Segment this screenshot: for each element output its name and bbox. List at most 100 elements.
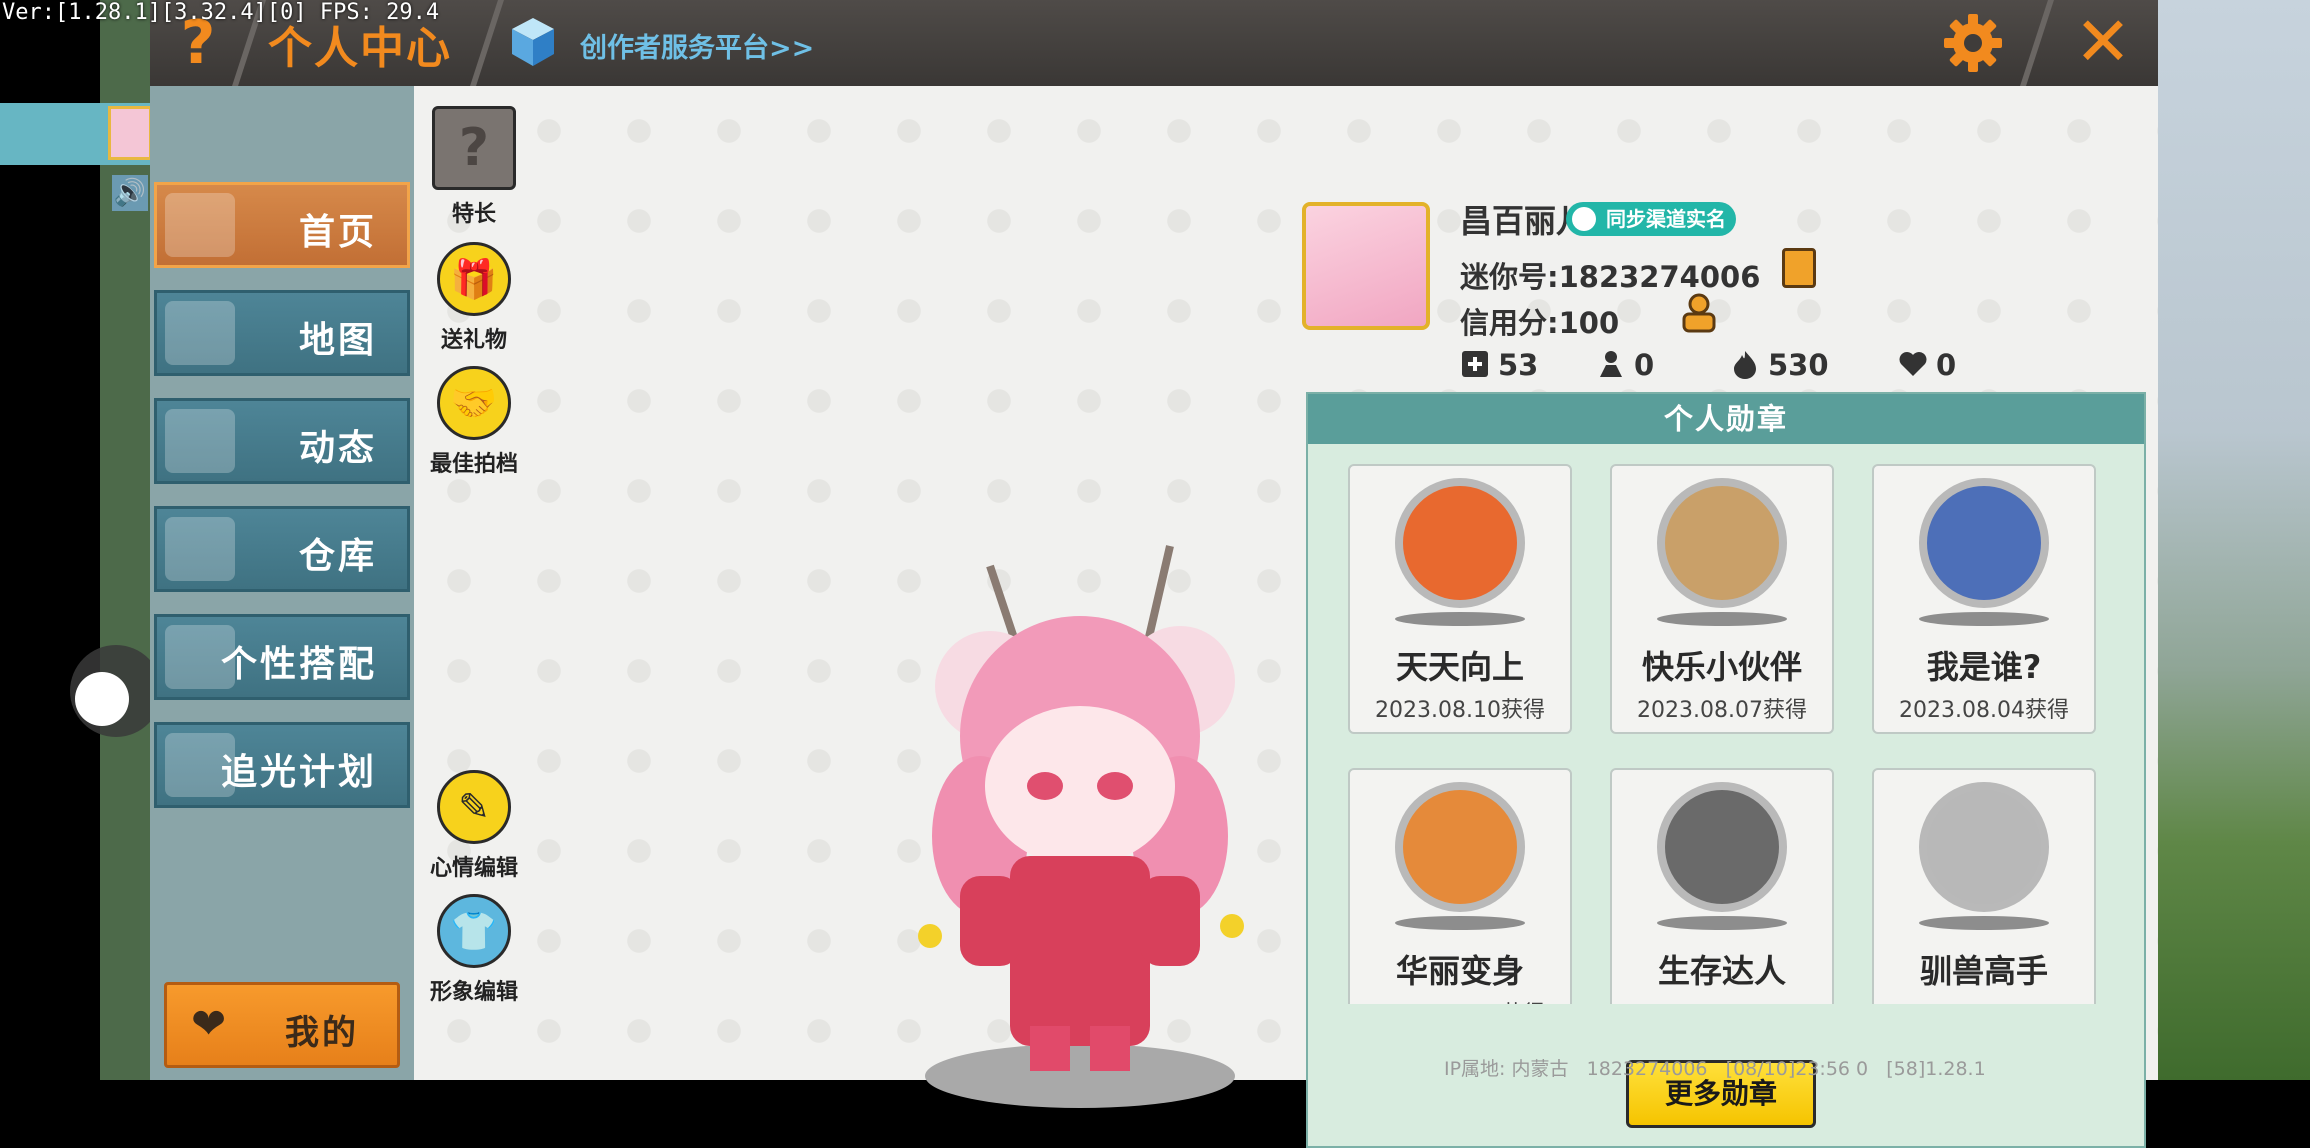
home-icon xyxy=(165,193,235,257)
medal-shadow xyxy=(1657,916,1787,930)
joystick-knob[interactable] xyxy=(75,672,129,726)
hud-avatar[interactable] xyxy=(108,106,152,160)
heat-count: 530 xyxy=(1768,348,1829,382)
medal-card[interactable]: 华丽变身 2023.08.04获得 xyxy=(1348,768,1572,1004)
sidebar-item-map[interactable]: 地图 xyxy=(154,290,410,376)
medal-card[interactable]: 快乐小伙伴 2023.08.07获得 xyxy=(1610,464,1834,734)
avatar[interactable] xyxy=(1302,202,1430,330)
sidebar: 首页 地图 动态 仓库 个性搭配 追光计划 ❤ 我的 xyxy=(150,86,414,1080)
credit-icon[interactable] xyxy=(1678,292,1720,334)
sidebar-item-label: 仓库 xyxy=(298,536,377,577)
outfit-edit-icon: 👕 xyxy=(437,894,511,968)
main-content: ? 特长 🎁 送礼物 🤝 最佳拍档 ✎ 心情编辑 👕 形象编辑 昌百丽儿 同步渠… xyxy=(414,86,2158,1148)
medal-shadow xyxy=(1919,916,2049,930)
credit-score: 信用分:100 xyxy=(1460,306,1620,340)
friends-medal-icon xyxy=(1657,478,1787,608)
medal-date: 2023.08.07获得 xyxy=(1637,698,1807,723)
footer-account: 1823274006 xyxy=(1586,1058,1708,1080)
medal-card[interactable]: 天天向上 2023.08.10获得 xyxy=(1348,464,1572,734)
mood-edit-button[interactable]: ✎ 心情编辑 xyxy=(414,770,534,882)
sidebar-item-label: 动态 xyxy=(298,428,377,469)
follower-icon xyxy=(1600,351,1622,377)
id-card-medal-icon xyxy=(1919,478,2049,608)
gear-icon[interactable] xyxy=(1940,10,2006,76)
footer-info: IP属地: 内蒙古 1823274006 [08/10]23:56 0 [58]… xyxy=(1444,1054,1986,1081)
horse-medal-icon xyxy=(1919,782,2049,912)
sidebar-item-warehouse[interactable]: 仓库 xyxy=(154,506,410,592)
medal-card[interactable]: 我是谁? 2023.08.04获得 xyxy=(1872,464,2096,734)
medal-name: 我是谁? xyxy=(1926,648,2042,686)
mood-edit-label: 心情编辑 xyxy=(429,856,518,881)
my-button-label: 我的 xyxy=(285,1013,359,1053)
bell-icon xyxy=(165,409,235,473)
question-block-icon: ? xyxy=(432,106,516,190)
cube-icon[interactable] xyxy=(510,16,556,68)
followers-stat[interactable]: 0 xyxy=(1596,348,1654,382)
warehouse-icon xyxy=(165,517,235,581)
medal-card[interactable]: 驯兽高手 xyxy=(1872,768,2096,1004)
calendar-medal-icon xyxy=(1395,478,1525,608)
likes-stat[interactable]: 0 xyxy=(1898,348,1956,382)
gift-icon: 🎁 xyxy=(437,242,511,316)
edit-icon: ✎ xyxy=(437,770,511,844)
posts-stat[interactable]: 53 xyxy=(1460,348,1538,382)
post-icon xyxy=(1462,351,1488,377)
sidebar-item-label: 个性搭配 xyxy=(220,644,377,685)
best-partner-button[interactable]: 🤝 最佳拍档 xyxy=(414,366,534,478)
mini-id: 迷你号:1823274006 xyxy=(1460,260,1761,294)
fire-icon xyxy=(1734,351,1756,379)
my-button[interactable]: ❤ 我的 xyxy=(164,982,400,1068)
best-partner-label: 最佳拍档 xyxy=(429,452,518,477)
heart-icon: ❤ xyxy=(191,999,227,1048)
medal-date: 2023.08.04获得 xyxy=(1899,698,2069,723)
realname-badge-label: 同步渠道实名 xyxy=(1606,207,1726,231)
sidebar-item-feed[interactable]: 动态 xyxy=(154,398,410,484)
image-edit-button[interactable]: 👕 形象编辑 xyxy=(414,894,534,1006)
map-icon xyxy=(165,301,235,365)
medal-date: 2023.08.10获得 xyxy=(1375,698,1545,723)
creator-platform-link[interactable]: 创作者服务平台>> xyxy=(580,26,814,65)
transform-medal-icon xyxy=(1395,782,1525,912)
followers-count: 0 xyxy=(1634,348,1655,382)
specialty-label: 特长 xyxy=(451,202,496,227)
copy-icon[interactable] xyxy=(1782,248,1816,288)
send-gift-button[interactable]: 🎁 送礼物 xyxy=(414,242,534,354)
ip-location: IP属地: 内蒙古 xyxy=(1444,1058,1569,1080)
sidebar-item-label: 追光计划 xyxy=(220,752,377,793)
personal-center-panel: ? 个人中心 创作者服务平台>> ✕ 首页 地图 动态 仓库 个性搭配 追光计划… xyxy=(150,0,2158,1148)
footer-version: [58]1.28.1 xyxy=(1886,1058,1986,1080)
medal-name: 华丽变身 xyxy=(1395,952,1524,990)
close-icon[interactable]: ✕ xyxy=(2068,6,2138,80)
character-avatar[interactable] xyxy=(870,506,1290,1126)
medal-shadow xyxy=(1657,612,1787,626)
sidebar-item-outfit[interactable]: 个性搭配 xyxy=(154,614,410,700)
medal-date: 2023.08.04获得 xyxy=(1350,996,1570,1004)
medal-grid[interactable]: 天天向上 2023.08.10获得 快乐小伙伴 2023.08.07获得 我是谁… xyxy=(1308,444,2144,1004)
top-bar: ? 个人中心 创作者服务平台>> ✕ xyxy=(150,0,2158,86)
footer-timestamp: [08/10]23:56 0 xyxy=(1725,1058,1869,1080)
divider xyxy=(2020,0,2054,86)
medal-name: 天天向上 xyxy=(1395,648,1524,686)
likes-count: 0 xyxy=(1936,348,1957,382)
medal-card[interactable]: 生存达人 xyxy=(1610,768,1834,1004)
medal-name: 生存达人 xyxy=(1657,952,1786,990)
speaker-icon[interactable]: 🔊 xyxy=(112,175,148,211)
medal-name: 驯兽高手 xyxy=(1919,952,2048,990)
image-edit-label: 形象编辑 xyxy=(429,980,518,1005)
debug-overlay: Ver:[1.28.1][3.32.4][0] FPS: 29.4 xyxy=(2,0,440,25)
handshake-icon: 🤝 xyxy=(437,366,511,440)
medal-shadow xyxy=(1395,916,1525,930)
specialty-button[interactable]: ? 特长 xyxy=(414,106,534,228)
sidebar-item-label: 地图 xyxy=(298,320,377,361)
heat-stat[interactable]: 530 xyxy=(1730,348,1829,382)
sidebar-item-plan[interactable]: 追光计划 xyxy=(154,722,410,808)
send-gift-label: 送礼物 xyxy=(440,328,507,353)
medal-panel-title: 个人勋章 xyxy=(1308,394,2144,444)
realname-badge[interactable]: 同步渠道实名 xyxy=(1566,202,1736,236)
sidebar-item-home[interactable]: 首页 xyxy=(154,182,410,268)
medal-panel: 个人勋章 天天向上 2023.08.10获得 快乐小伙伴 2023.08.07获… xyxy=(1306,392,2146,1148)
medal-name: 快乐小伙伴 xyxy=(1641,648,1802,686)
medal-shadow xyxy=(1919,612,2049,626)
campfire-medal-icon xyxy=(1657,782,1787,912)
sidebar-item-label: 首页 xyxy=(298,212,377,253)
